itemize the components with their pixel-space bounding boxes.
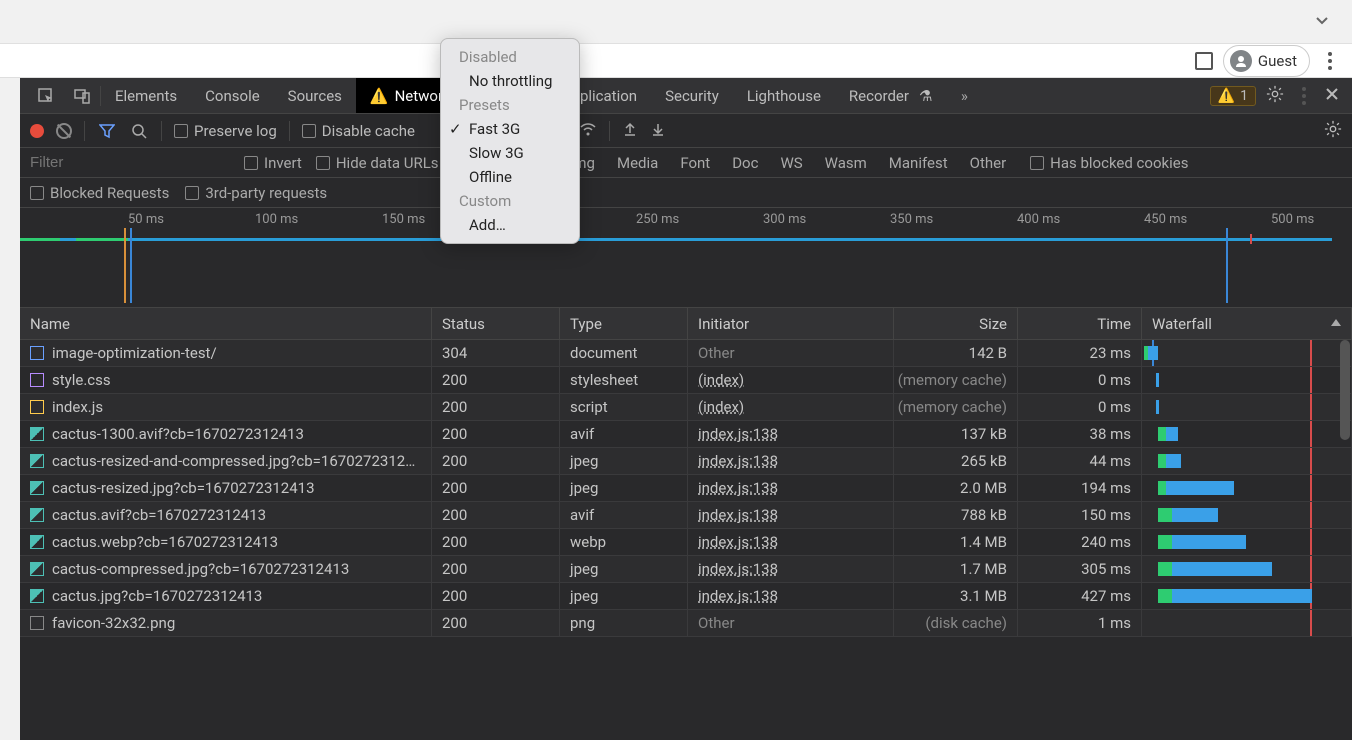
tab-elements[interactable]: Elements: [101, 78, 191, 113]
sort-indicator-icon: [1331, 319, 1341, 326]
more-tabs-icon[interactable]: »: [946, 87, 982, 105]
network-toolbar: Preserve log Disable cache: [20, 114, 1352, 148]
disable-cache-checkbox[interactable]: Disable cache: [302, 122, 415, 140]
devtools-tabs: Elements Console Sources ⚠️ Network Memo…: [20, 78, 1352, 114]
file-type-icon: [30, 562, 44, 576]
table-row[interactable]: image-optimization-test/304documentOther…: [20, 340, 1352, 367]
filter-icon[interactable]: [97, 121, 117, 141]
dropdown-item-slow-3g[interactable]: Slow 3G: [441, 141, 579, 165]
table-body: image-optimization-test/304documentOther…: [20, 340, 1352, 740]
browser-tab-strip: [0, 0, 1352, 44]
chevron-down-icon[interactable]: [1314, 12, 1330, 32]
filter-type-manifest[interactable]: Manifest: [885, 152, 952, 174]
blocked-requests-checkbox[interactable]: Blocked Requests: [30, 184, 169, 202]
avatar-icon: [1230, 50, 1252, 72]
issues-badge[interactable]: ⚠️ 1: [1210, 86, 1256, 106]
panel-icon[interactable]: [1195, 52, 1213, 70]
filter-input[interactable]: [30, 154, 230, 171]
tab-security[interactable]: Security: [651, 78, 733, 113]
devtools-panel: Elements Console Sources ⚠️ Network Memo…: [20, 78, 1352, 740]
table-row[interactable]: cactus.jpg?cb=1670272312413200jpegindex.…: [20, 583, 1352, 610]
file-type-icon: [30, 454, 44, 468]
kebab-menu-icon[interactable]: [1320, 46, 1340, 76]
requests-table: Name Status Type Initiator Size Time Wat…: [20, 308, 1352, 740]
inspect-icon[interactable]: [28, 87, 64, 105]
hide-data-urls-checkbox[interactable]: Hide data URLs: [316, 154, 439, 172]
file-type-icon: [30, 616, 44, 630]
file-type-icon: [30, 481, 44, 495]
warning-icon: ⚠️: [370, 87, 389, 105]
tab-lighthouse[interactable]: Lighthouse: [733, 78, 835, 113]
gear-icon[interactable]: [1324, 120, 1342, 142]
table-row[interactable]: cactus-compressed.jpg?cb=167027231241320…: [20, 556, 1352, 583]
file-type-icon: [30, 400, 44, 414]
file-type-icon: [30, 535, 44, 549]
upload-icon[interactable]: [622, 121, 638, 141]
filter-bar-2: Blocked Requests 3rd-party requests: [20, 178, 1352, 208]
col-header-name[interactable]: Name: [20, 308, 432, 339]
table-row[interactable]: cactus-resized.jpg?cb=1670272312413200jp…: [20, 475, 1352, 502]
dropdown-header-custom: Custom: [441, 189, 579, 213]
dropdown-item-add[interactable]: Add…: [441, 213, 579, 237]
timeline-overview[interactable]: 50 ms 100 ms 150 ms 250 ms 300 ms 350 ms…: [20, 208, 1352, 308]
download-icon[interactable]: [650, 121, 666, 141]
file-type-icon: [30, 427, 44, 441]
wifi-icon[interactable]: [579, 120, 597, 142]
file-type-icon: [30, 508, 44, 522]
file-type-icon: [30, 373, 44, 387]
table-header: Name Status Type Initiator Size Time Wat…: [20, 308, 1352, 340]
table-row[interactable]: cactus.webp?cb=1670272312413200webpindex…: [20, 529, 1352, 556]
col-header-status[interactable]: Status: [432, 308, 560, 339]
dropdown-item-fast-3g[interactable]: Fast 3G: [441, 117, 579, 141]
filter-type-other[interactable]: Other: [966, 152, 1011, 174]
table-row[interactable]: cactus-1300.avif?cb=1670272312413200avif…: [20, 421, 1352, 448]
tab-console[interactable]: Console: [191, 78, 274, 113]
warning-icon: ⚠️: [1218, 88, 1235, 104]
has-blocked-cookies-checkbox[interactable]: Has blocked cookies: [1030, 154, 1188, 172]
table-row[interactable]: cactus-resized-and-compressed.jpg?cb=167…: [20, 448, 1352, 475]
col-header-waterfall[interactable]: Waterfall: [1142, 308, 1352, 339]
filter-bar: Invert Hide data URLs JS CSS Img Media F…: [20, 148, 1352, 178]
dropdown-header-presets: Presets: [441, 93, 579, 117]
col-header-time[interactable]: Time: [1018, 308, 1142, 339]
third-party-checkbox[interactable]: 3rd-party requests: [185, 184, 327, 202]
filter-type-wasm[interactable]: Wasm: [821, 152, 871, 174]
kebab-icon[interactable]: [1294, 81, 1314, 111]
filter-type-media[interactable]: Media: [613, 152, 662, 174]
table-row[interactable]: favicon-32x32.png200pngOther(disk cache)…: [20, 610, 1352, 637]
gear-icon[interactable]: [1266, 85, 1284, 107]
file-type-icon: [30, 346, 44, 360]
file-type-icon: [30, 589, 44, 603]
record-button[interactable]: [30, 124, 44, 138]
profile-button[interactable]: Guest: [1223, 45, 1310, 77]
preserve-log-checkbox[interactable]: Preserve log: [174, 122, 277, 140]
dropdown-item-offline[interactable]: Offline: [441, 165, 579, 189]
invert-checkbox[interactable]: Invert: [244, 154, 302, 172]
tab-recorder[interactable]: Recorder⚗: [835, 78, 947, 113]
table-row[interactable]: index.js200script(index)(memory cache)0 …: [20, 394, 1352, 421]
table-row[interactable]: style.css200stylesheet(index)(memory cac…: [20, 367, 1352, 394]
profile-label: Guest: [1258, 52, 1297, 70]
col-header-size[interactable]: Size: [894, 308, 1018, 339]
table-row[interactable]: cactus.avif?cb=1670272312413200avifindex…: [20, 502, 1352, 529]
dropdown-item-no-throttling[interactable]: No throttling: [441, 69, 579, 93]
browser-toolbar: Guest: [0, 44, 1352, 78]
col-header-initiator[interactable]: Initiator: [688, 308, 894, 339]
filter-type-font[interactable]: Font: [676, 152, 714, 174]
col-header-type[interactable]: Type: [560, 308, 688, 339]
search-icon[interactable]: [129, 121, 149, 141]
tab-sources[interactable]: Sources: [274, 78, 356, 113]
throttling-dropdown: Disabled No throttling Presets Fast 3G S…: [440, 38, 580, 244]
close-icon[interactable]: [1324, 86, 1340, 106]
device-toggle-icon[interactable]: [64, 87, 100, 105]
dropdown-header-disabled: Disabled: [441, 45, 579, 69]
clear-button[interactable]: [56, 123, 72, 139]
filter-type-doc[interactable]: Doc: [728, 152, 762, 174]
filter-type-ws[interactable]: WS: [776, 152, 806, 174]
